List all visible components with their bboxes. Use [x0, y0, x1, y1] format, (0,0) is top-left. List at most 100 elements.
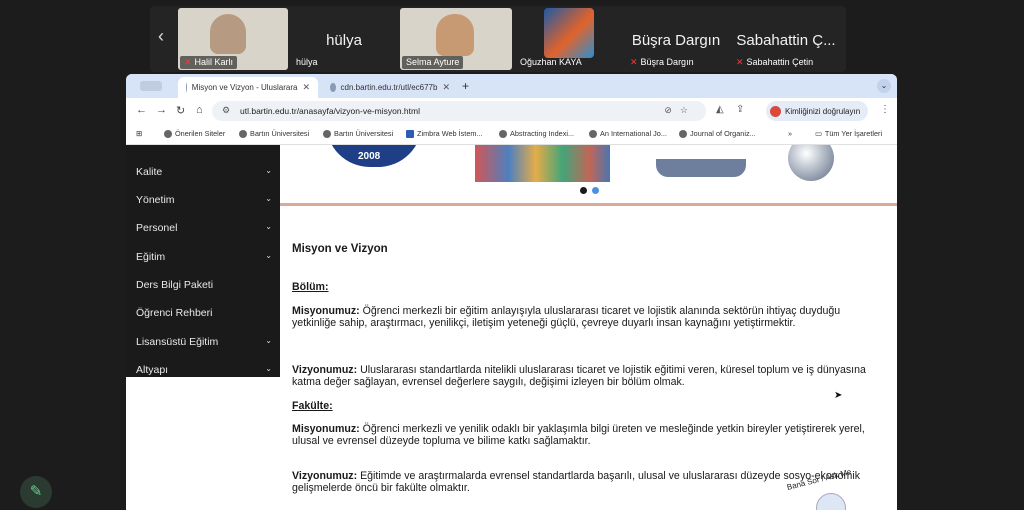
tab-title: Misyon ve Vizyon - Uluslarara — [191, 83, 298, 92]
participant-name: Selma Ayture — [406, 57, 460, 67]
bookmark-item[interactable]: Bartın Üniversitesi — [323, 129, 393, 138]
apps-grid-icon[interactable]: ⊞ — [136, 129, 142, 138]
paragraph-text: Öğrenci merkezli ve yenilik odaklı bir y… — [292, 423, 865, 447]
sidebar-item-label: Eğitim — [136, 251, 166, 263]
forward-arrow-icon[interactable]: → — [156, 104, 167, 116]
close-icon[interactable]: ✕ — [302, 82, 310, 93]
browser-toolbar: ← → ↻ ⌂ ⚙ utl.bartin.edu.tr/anasayfa/viz… — [126, 98, 897, 124]
bookmark-item[interactable]: Önerilen Siteler — [164, 129, 225, 138]
participant-tile[interactable]: Oğuzhan KAYA — [514, 8, 622, 70]
bookmark-item[interactable]: An International Jo... — [589, 129, 667, 138]
sidebar-item-ogrenci-rehberi[interactable]: Öğrenci Rehberi — [136, 307, 272, 319]
site-favicon-icon — [330, 83, 336, 92]
browser-window: Misyon ve Vizyon - Uluslarara ✕ cdn.bart… — [126, 74, 897, 510]
sidebar-item-lisansustu-egitim[interactable]: Lisansüstü Eğitim ⌄ — [136, 336, 272, 348]
pencil-icon[interactable]: ✎ — [20, 476, 52, 508]
identity-verify-button[interactable]: Kimliğinizi doğrulayın — [766, 101, 869, 121]
mic-off-icon: ✕ — [630, 57, 638, 67]
paragraph-bolum-vizyon: Vizyonumuz: Uluslararası standartlarda n… — [292, 364, 880, 388]
globe-icon — [164, 129, 172, 138]
participant-name: Sabahattin Çetin — [746, 57, 814, 67]
section-title-fakulte: Fakülte: — [292, 400, 333, 412]
participant-label: Selma Ayture — [402, 56, 464, 69]
tab-title: cdn.bartin.edu.tr/utl/ec677b — [340, 83, 438, 92]
home-icon[interactable]: ⌂ — [196, 104, 203, 116]
paragraph-fakulte-misyon: Misyonumuz: Öğrenci merkezli ve yenilik … — [292, 423, 880, 447]
sidebar-item-ders-bilgi-paketi[interactable]: Ders Bilgi Paketi — [136, 279, 272, 291]
tab-cdn[interactable]: cdn.bartin.edu.tr/utl/ec677b ✕ — [322, 77, 458, 98]
globe-icon — [323, 129, 331, 138]
robot-icon — [816, 493, 846, 510]
back-arrow-icon[interactable]: ← — [136, 104, 147, 116]
sidebar-item-altyapi[interactable]: Altyapı ⌄ — [136, 364, 272, 376]
section-divider — [280, 203, 897, 206]
site-info-icon[interactable]: ⚙ — [222, 105, 230, 116]
bookmark-item[interactable]: Zimbra Web İstem... — [406, 129, 483, 138]
new-tab-button[interactable]: + — [462, 79, 469, 93]
ship-image — [656, 159, 746, 177]
participant-center-name: Sabahattin Ç... — [736, 32, 836, 49]
participant-label: ✕ Halil Karlı — [180, 56, 238, 69]
globe-image — [788, 145, 834, 181]
participant-tile[interactable]: Sabahattin Ç... ✕ Sabahattin Çetin — [730, 8, 842, 70]
participant-label: Oğuzhan KAYA — [516, 56, 586, 69]
bookmarks-bar: ⊞ Önerilen Siteler Bartın Üniversitesi B… — [126, 124, 897, 145]
address-bar[interactable]: ⚙ utl.bartin.edu.tr/anasayfa/vizyon-ve-m… — [212, 101, 706, 121]
paragraph-label: Vizyonumuz: — [292, 364, 358, 376]
participant-tile[interactable]: ✕ Halil Karlı — [178, 8, 288, 70]
participant-name: Büşra Dargın — [640, 57, 694, 67]
mic-off-icon: ✕ — [736, 57, 744, 67]
profile-avatar-icon — [770, 105, 781, 117]
ask-me-widget[interactable]: Bana Sor / Ask Me — [786, 467, 886, 510]
sidebar-item-label: Lisansüstü Eğitim — [136, 336, 219, 348]
site-sidebar: Kalite ⌄ Yönetim ⌄ Personel ⌄ Eğitim ⌄ Ders … — [126, 145, 280, 377]
sidebar-item-personel[interactable]: Personel ⌄ — [136, 222, 272, 234]
share-icon[interactable]: ⇪ — [736, 104, 744, 115]
globe-icon — [679, 129, 687, 138]
paragraph-text: Uluslararası standartlarda nitelikli ulu… — [292, 364, 866, 388]
bookmark-label: Bartın Üniversitesi — [334, 129, 394, 138]
site-favicon-icon — [186, 83, 187, 92]
sidebar-item-label: Yönetim — [136, 194, 175, 206]
paragraph-text: Eğitimde ve araştırmalarda evrensel stan… — [292, 470, 860, 494]
sidebar-item-yonetim[interactable]: Yönetim ⌄ — [136, 194, 272, 206]
paragraph-bolum-misyon: Misyonumuz: Öğrenci merkezli bir eğitim … — [292, 305, 880, 329]
more-bookmarks-button[interactable]: » — [788, 129, 792, 138]
browser-menu-icon[interactable]: ⋮ — [880, 104, 890, 115]
bookmark-item[interactable]: Abstracting Indexi... — [499, 129, 574, 138]
tab-search-button[interactable]: ⌄ — [877, 79, 891, 93]
bookmark-item[interactable]: Bartın Üniversitesi — [239, 129, 309, 138]
bookmark-label: Abstracting Indexi... — [510, 129, 575, 138]
participant-name: hülya — [296, 57, 318, 67]
reload-icon[interactable]: ↻ — [176, 104, 185, 117]
all-bookmarks[interactable]: ▭ Tüm Yer İşaretleri — [815, 129, 882, 138]
bookmark-label: Journal of Organiz... — [690, 129, 756, 138]
bookmark-label: Zimbra Web İstem... — [417, 129, 483, 138]
url-text: utl.bartin.edu.tr/anasayfa/vizyon-ve-mis… — [240, 106, 420, 116]
sidebar-item-label: Personel — [136, 222, 178, 234]
participant-tile[interactable]: Selma Ayture — [400, 8, 512, 70]
logo-year: 2008 — [358, 151, 381, 162]
slider-dot-active[interactable] — [580, 187, 587, 194]
folder-icon: ▭ — [815, 129, 822, 138]
extension-icon[interactable]: ◭ — [716, 104, 724, 115]
participant-tile[interactable]: Büşra Dargın ✕ Büşra Dargın — [624, 8, 728, 70]
image-slider[interactable]: 2008 — [280, 145, 897, 203]
identity-button-label: Kimliğinizi doğrulayın — [785, 106, 861, 116]
sidebar-item-kalite[interactable]: Kalite ⌄ — [136, 166, 272, 178]
participant-label: ✕ Büşra Dargın — [626, 56, 698, 69]
bookmark-label: An International Jo... — [600, 129, 667, 138]
chevron-left-icon[interactable]: ‹ — [158, 26, 164, 47]
sidebar-item-egitim[interactable]: Eğitim ⌄ — [136, 251, 272, 263]
tab-misyon-vizyon[interactable]: Misyon ve Vizyon - Uluslarara ✕ — [178, 77, 318, 98]
participant-tile[interactable]: hülya hülya — [290, 8, 398, 70]
close-icon[interactable]: ✕ — [442, 82, 450, 93]
sidebar-item-label: Ders Bilgi Paketi — [136, 279, 214, 291]
globe-icon — [239, 129, 247, 138]
address-bar-actions[interactable]: ⊘☆ — [664, 105, 696, 116]
window-control-icon[interactable] — [140, 81, 162, 91]
slider-dot[interactable] — [592, 187, 599, 194]
zimbra-icon — [406, 129, 414, 138]
participant-video — [436, 14, 474, 56]
bookmark-item[interactable]: Journal of Organiz... — [679, 129, 756, 138]
